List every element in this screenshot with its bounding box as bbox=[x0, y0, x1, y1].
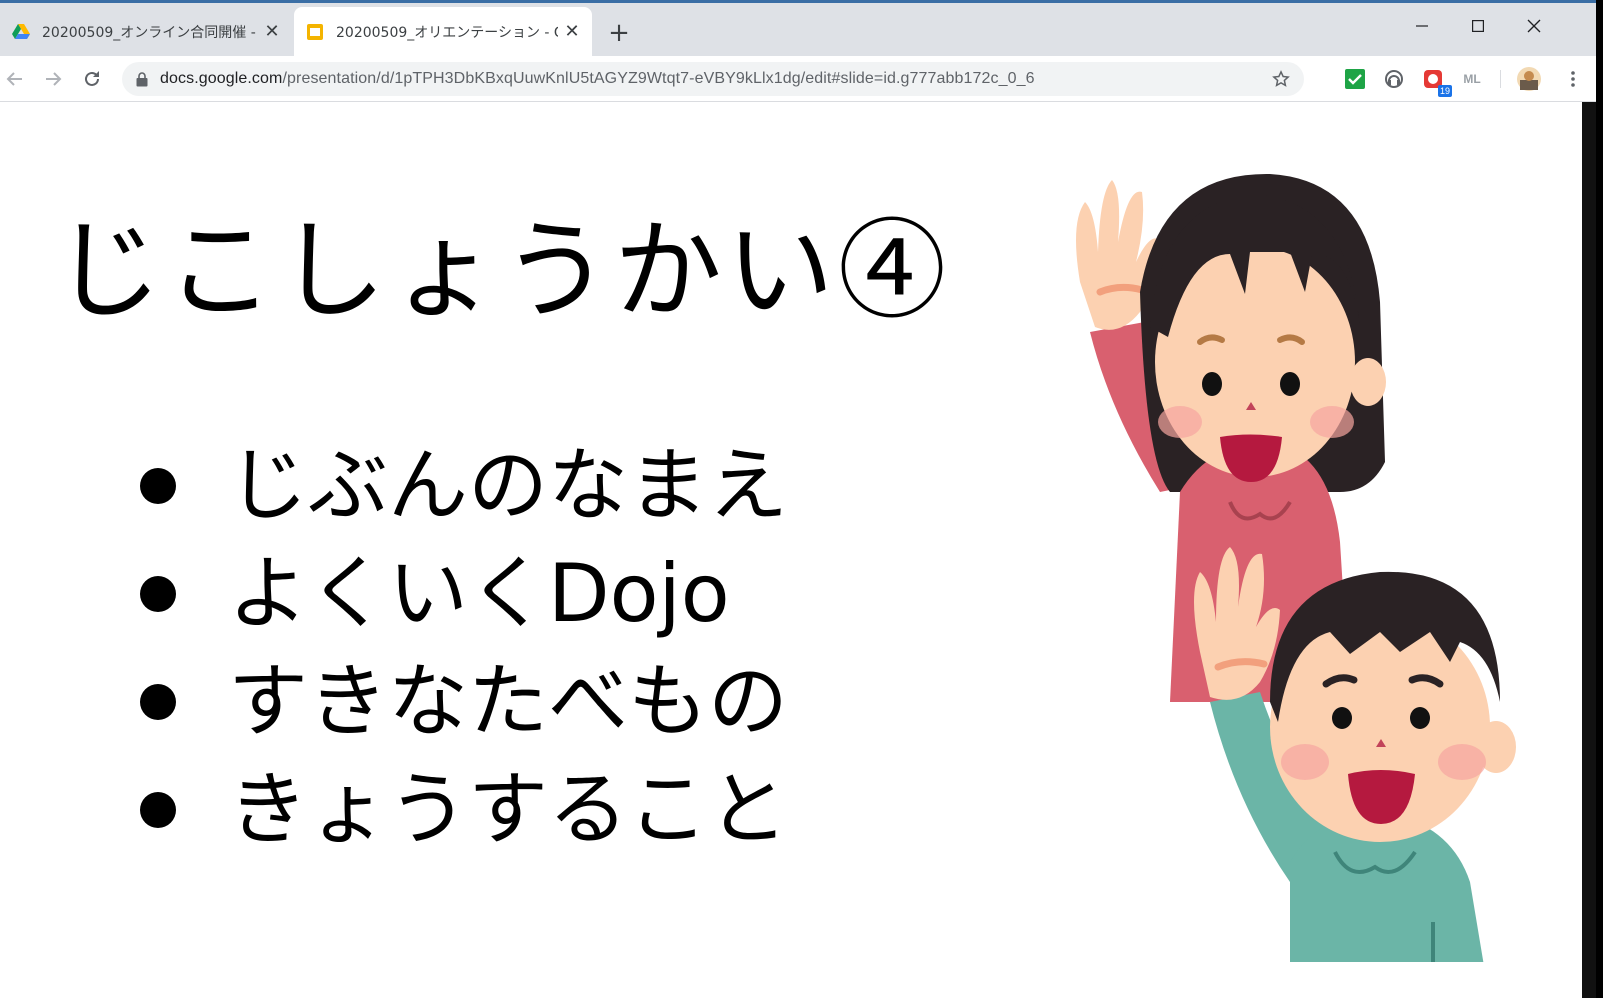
list-item: すきなたべもの bbox=[140, 648, 788, 756]
bullet-text: すきなたべもの bbox=[228, 655, 788, 748]
arrow-left-icon bbox=[6, 72, 22, 86]
children-raising-hands-illustration bbox=[1076, 173, 1516, 962]
browser-toolbar: docs.google.com/presentation/d/1pTPH3DbK… bbox=[0, 56, 1596, 102]
bullet-text: よくいくDojo bbox=[228, 547, 730, 640]
more-vert-icon bbox=[1571, 71, 1575, 87]
window-edge bbox=[1582, 102, 1596, 998]
google-drive-icon bbox=[12, 23, 30, 39]
bullet-icon bbox=[140, 684, 176, 720]
headphones-extension-button[interactable] bbox=[1382, 67, 1406, 91]
list-item: じぶんのなまえ bbox=[140, 432, 788, 540]
tab-title: 20200509_オンライン合同開催 - Go bbox=[42, 24, 258, 41]
extension-badge: 19 bbox=[1437, 85, 1452, 97]
list-item: きょうすること bbox=[140, 756, 788, 864]
back-button[interactable] bbox=[1, 65, 29, 93]
toolbar-separator bbox=[1500, 70, 1501, 88]
slide-title: じこしょうかい④ bbox=[54, 209, 951, 334]
tab-strip: 20200509_オンライン合同開催 - Go ✕ 20200509_オリエンテ… bbox=[0, 0, 1596, 56]
url-path: /presentation/d/1pTPH3DbKBxqUuwKnlU5tAGY… bbox=[282, 70, 1035, 87]
minimize-button[interactable] bbox=[1400, 11, 1444, 41]
presentation-slide: じこしょうかい④ じぶんのなまえ よくいくDojo すきなたべもの きょうするこ… bbox=[0, 102, 1582, 995]
bookmark-star-icon[interactable] bbox=[1272, 70, 1290, 88]
close-icon bbox=[1527, 19, 1541, 33]
url-host: docs.google.com bbox=[160, 70, 283, 87]
checkmark-extension-button[interactable] bbox=[1343, 67, 1367, 91]
reload-button[interactable] bbox=[78, 65, 106, 93]
close-tab-icon[interactable]: ✕ bbox=[564, 22, 580, 40]
headphones-icon bbox=[1385, 70, 1403, 88]
tab-google-drive[interactable]: 20200509_オンライン合同開催 - Go ✕ bbox=[0, 7, 292, 56]
new-tab-button[interactable]: + bbox=[605, 20, 633, 48]
bullet-icon bbox=[140, 576, 176, 612]
bullet-text: じぶんのなまえ bbox=[228, 439, 788, 532]
list-item: よくいくDojo bbox=[140, 540, 788, 648]
menu-button[interactable] bbox=[1561, 67, 1585, 91]
browser-window: 20200509_オンライン合同開催 - Go ✕ 20200509_オリエンテ… bbox=[0, 0, 1596, 998]
close-tab-icon[interactable]: ✕ bbox=[264, 22, 280, 40]
maximize-icon bbox=[1472, 20, 1484, 32]
arrow-right-icon bbox=[46, 72, 62, 86]
tab-google-slides[interactable]: 20200509_オリエンテーション - Goog ✕ bbox=[294, 7, 592, 56]
url-text: docs.google.com/presentation/d/1pTPH3DbK… bbox=[160, 70, 1272, 88]
avatar-icon bbox=[1517, 67, 1541, 91]
address-bar[interactable]: docs.google.com/presentation/d/1pTPH3DbK… bbox=[122, 62, 1304, 96]
check-icon bbox=[1345, 69, 1365, 89]
bullet-text: きょうすること bbox=[228, 763, 788, 856]
bullet-icon bbox=[140, 468, 176, 504]
bullet-icon bbox=[140, 792, 176, 828]
lock-icon bbox=[136, 71, 148, 86]
boy-figure bbox=[1194, 547, 1516, 962]
tab-title: 20200509_オリエンテーション - Goog bbox=[336, 24, 558, 41]
minimize-icon bbox=[1416, 25, 1428, 27]
maximize-button[interactable] bbox=[1456, 11, 1500, 41]
close-window-button[interactable] bbox=[1512, 11, 1556, 41]
google-slides-icon bbox=[307, 23, 323, 40]
forward-button[interactable] bbox=[39, 65, 67, 93]
red-extension-button[interactable]: 19 bbox=[1421, 67, 1452, 97]
profile-avatar[interactable] bbox=[1515, 65, 1543, 93]
bullet-list: じぶんのなまえ よくいくDojo すきなたべもの きょうすること bbox=[140, 432, 788, 864]
reload-icon bbox=[85, 71, 99, 86]
ml-extension-button[interactable]: ML bbox=[1460, 67, 1484, 91]
